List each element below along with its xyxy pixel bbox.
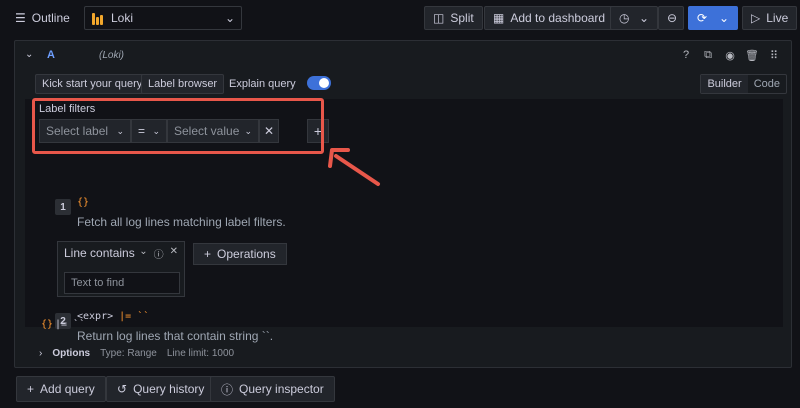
text-to-find-input[interactable]: Text to find [64, 272, 180, 294]
info-icon: ⓘ [221, 382, 234, 397]
help-icon[interactable]: ? [679, 48, 693, 62]
datasource-picker[interactable]: Loki ⌄ [84, 6, 242, 30]
add-query-button[interactable]: + Add query [16, 376, 106, 402]
info-icon[interactable]: ⓘ [154, 246, 164, 261]
line-contains-operation: Line contains ⌄ ⓘ ✕ Text to find [57, 241, 185, 297]
plus-icon: + [204, 247, 212, 261]
chevron-down-icon[interactable]: ⌄ [139, 246, 147, 261]
builder-mode-tab[interactable]: Builder [701, 75, 748, 93]
query-row-header: ⌄ A (Loki) ? ⧉ ◉ 🗑 ⠿ [15, 41, 791, 71]
run-query-button[interactable]: ⟳ ⌄ [688, 6, 738, 30]
time-picker-button[interactable]: ◷ ⌄ [610, 6, 658, 30]
query-letter[interactable]: A [47, 49, 55, 61]
query-row-actions: ? ⧉ ◉ 🗑 ⠿ [679, 48, 781, 62]
hint-step-number: 1 [55, 199, 71, 215]
add-to-dashboard-button[interactable]: ▦ Add to dashboard [484, 6, 615, 30]
trash-icon[interactable]: 🗑 [745, 48, 759, 62]
zoom-out-button[interactable]: ⊖ [658, 6, 684, 30]
drag-handle-icon[interactable]: ⠿ [767, 48, 781, 62]
operation-header: Line contains ⌄ ⓘ ✕ [58, 242, 184, 264]
label-browser-button[interactable]: Label browser [141, 74, 225, 94]
eye-icon[interactable]: ◉ [723, 48, 737, 62]
query-history-button[interactable]: ↺ Query history [106, 376, 216, 402]
refresh-icon: ⟳ [697, 11, 708, 25]
collapse-chevron-icon[interactable]: ⌄ [25, 49, 33, 60]
live-button[interactable]: ▷ Live [742, 6, 798, 30]
explore-toolbar: ☰ Outline Loki ⌄ ◫ Split ▦ Add to dashbo… [0, 0, 800, 36]
list-icon: ☰ [15, 11, 26, 25]
add-operation-button[interactable]: + Operations [193, 243, 287, 265]
operation-name[interactable]: Line contains [64, 246, 135, 260]
query-options[interactable]: › Options Type: Range Line limit: 1000 [39, 345, 234, 361]
query-inspector-button[interactable]: ⓘ Query inspector [210, 376, 335, 402]
split-button[interactable]: ◫ Split [424, 6, 483, 30]
history-icon: ↺ [117, 382, 128, 396]
kick-start-button[interactable]: Kick start your query [35, 74, 150, 94]
play-icon: ▷ [751, 11, 761, 25]
plus-icon: + [27, 382, 35, 396]
copy-icon[interactable]: ⧉ [701, 48, 715, 62]
query-subtoolbar: Kick start your query Label browser Expl… [15, 71, 791, 97]
editor-mode-switch: Builder Code [700, 74, 787, 94]
label-filters-highlight [32, 98, 324, 154]
query-datasource-label: (Loki) [99, 50, 125, 61]
chevron-right-icon: › [39, 347, 43, 359]
annotation-arrow-icon [328, 148, 380, 186]
loki-logo-icon [91, 11, 105, 25]
dashboard-icon: ▦ [493, 11, 505, 25]
outline-button[interactable]: ☰ Outline [6, 6, 79, 30]
query-editor-panel: ⌄ A (Loki) ? ⧉ ◉ 🗑 ⠿ Kick start your que… [14, 40, 792, 368]
chevron-down-icon: ⌄ [638, 11, 649, 25]
hint-code: {} [77, 197, 90, 208]
explain-query-toggle[interactable] [307, 76, 331, 90]
chevron-down-icon: ⌄ [718, 11, 729, 25]
close-icon[interactable]: ✕ [170, 246, 178, 261]
split-icon: ◫ [433, 11, 445, 25]
explain-query-label: Explain query [229, 78, 296, 90]
zoom-out-icon: ⊖ [667, 11, 678, 25]
hint-description: Fetch all log lines matching label filte… [77, 215, 286, 229]
code-mode-tab[interactable]: Code [748, 75, 786, 93]
clock-icon: ◷ [619, 11, 630, 25]
query-preview: {} |= `` [41, 319, 86, 330]
chevron-down-icon: ⌄ [224, 11, 235, 25]
